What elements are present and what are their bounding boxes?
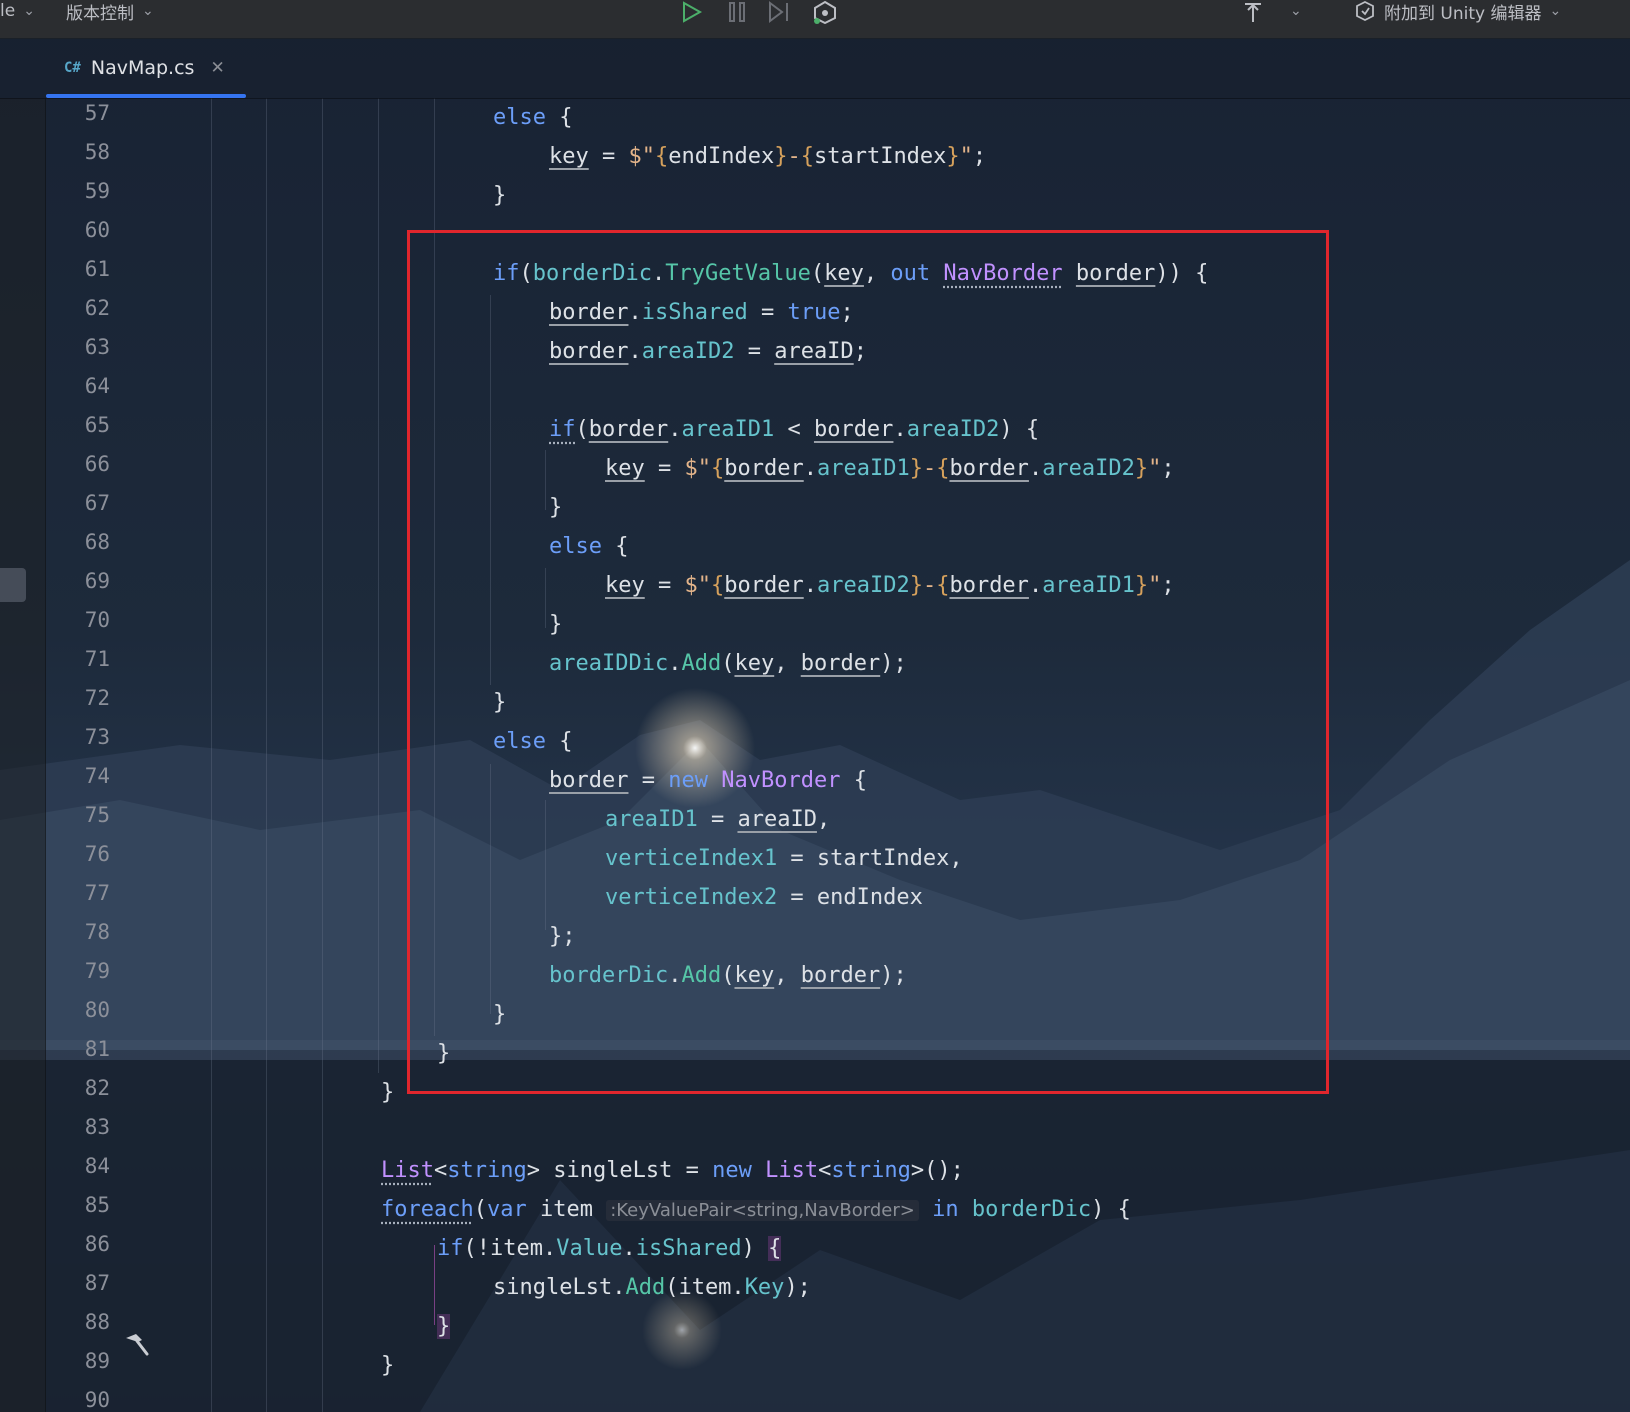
code-line: areaIDDic.Add(key, border);	[549, 651, 907, 676]
chevron-down-icon: ⌄	[1549, 3, 1562, 19]
code-line: }	[549, 495, 563, 520]
run-icon[interactable]	[678, 0, 704, 24]
chevron-down-icon: ⌄	[142, 3, 154, 19]
code-line: }	[437, 1041, 451, 1066]
code-line: }	[549, 612, 563, 637]
code-line: }	[381, 1080, 395, 1105]
main-toolbar: le ⌄ 版本控制 ⌄ ⌄ 附加到 Unity 编辑器 ⌄	[0, 0, 1630, 39]
unity-debug-icon[interactable]	[810, 0, 840, 24]
code-line: if(borderDic.TryGetValue(key, out NavBor…	[493, 261, 1209, 286]
code-line: border.isShared = true;	[549, 300, 854, 325]
vcs-menu-label: 版本控制	[66, 3, 134, 24]
code-editor[interactable]: else { key = $"{endIndex}-{startIndex}";…	[0, 98, 1630, 1412]
code-line: List<string> singleLst = new List<string…	[381, 1158, 964, 1183]
code-line: }	[493, 183, 507, 208]
tab-navmap[interactable]: C# NavMap.cs ✕	[46, 38, 246, 98]
attach-unity-label: 附加到 Unity 编辑器	[1384, 3, 1542, 24]
code-line: if(!item.Value.isShared) {	[437, 1236, 782, 1261]
code-line: }	[437, 1314, 451, 1339]
code-line: key = $"{endIndex}-{startIndex}";	[549, 144, 987, 169]
code-line: foreach(var item :KeyValuePair<string,Na…	[381, 1197, 1131, 1222]
run-config-chevron[interactable]: ⌄	[1290, 0, 1302, 22]
tab-filename: NavMap.cs	[90, 57, 195, 79]
chevron-down-icon: ⌄	[1290, 3, 1302, 19]
code-line: }	[493, 1002, 507, 1027]
editor-tab-bar: C# NavMap.cs ✕	[0, 38, 1630, 99]
active-tab-indicator	[46, 94, 246, 98]
code-line: if(border.areaID1 < border.areaID2) {	[549, 417, 1040, 442]
code-line: border.areaID2 = areaID;	[549, 339, 867, 364]
csharp-file-icon: C#	[64, 60, 81, 76]
project-menu[interactable]: le ⌄	[0, 0, 35, 22]
attach-unity-button[interactable]: 附加到 Unity 编辑器 ⌄	[1354, 0, 1562, 24]
pin-icon[interactable]	[1240, 0, 1266, 24]
code-line: }	[493, 690, 507, 715]
inlay-type-hint: :KeyValuePair<string,NavBorder>	[606, 1200, 919, 1221]
vcs-menu[interactable]: 版本控制 ⌄	[66, 0, 154, 24]
code-line: else {	[549, 534, 629, 559]
code-line: verticeIndex1 = startIndex,	[605, 846, 963, 871]
project-menu-label: le	[0, 1, 16, 21]
code-line: };	[549, 924, 576, 949]
attach-icon	[1356, 0, 1374, 22]
code-line: key = $"{border.areaID1}-{border.areaID2…	[605, 456, 1175, 481]
code-line: areaID1 = areaID,	[605, 807, 831, 832]
code-line: }	[381, 1353, 395, 1378]
close-icon[interactable]: ✕	[210, 58, 224, 78]
code-line: singleLst.Add(item.Key);	[493, 1275, 811, 1300]
code-line: verticeIndex2 = endIndex	[605, 885, 923, 910]
step-icon[interactable]	[766, 0, 794, 24]
code-line: borderDic.Add(key, border);	[549, 963, 907, 988]
code-line: key = $"{border.areaID2}-{border.areaID1…	[605, 573, 1175, 598]
code-line: else {	[493, 105, 573, 130]
code-line: border = new NavBorder {	[549, 768, 867, 793]
pause-icon[interactable]	[724, 0, 750, 24]
chevron-down-icon: ⌄	[23, 3, 35, 19]
code-line: else {	[493, 729, 573, 754]
